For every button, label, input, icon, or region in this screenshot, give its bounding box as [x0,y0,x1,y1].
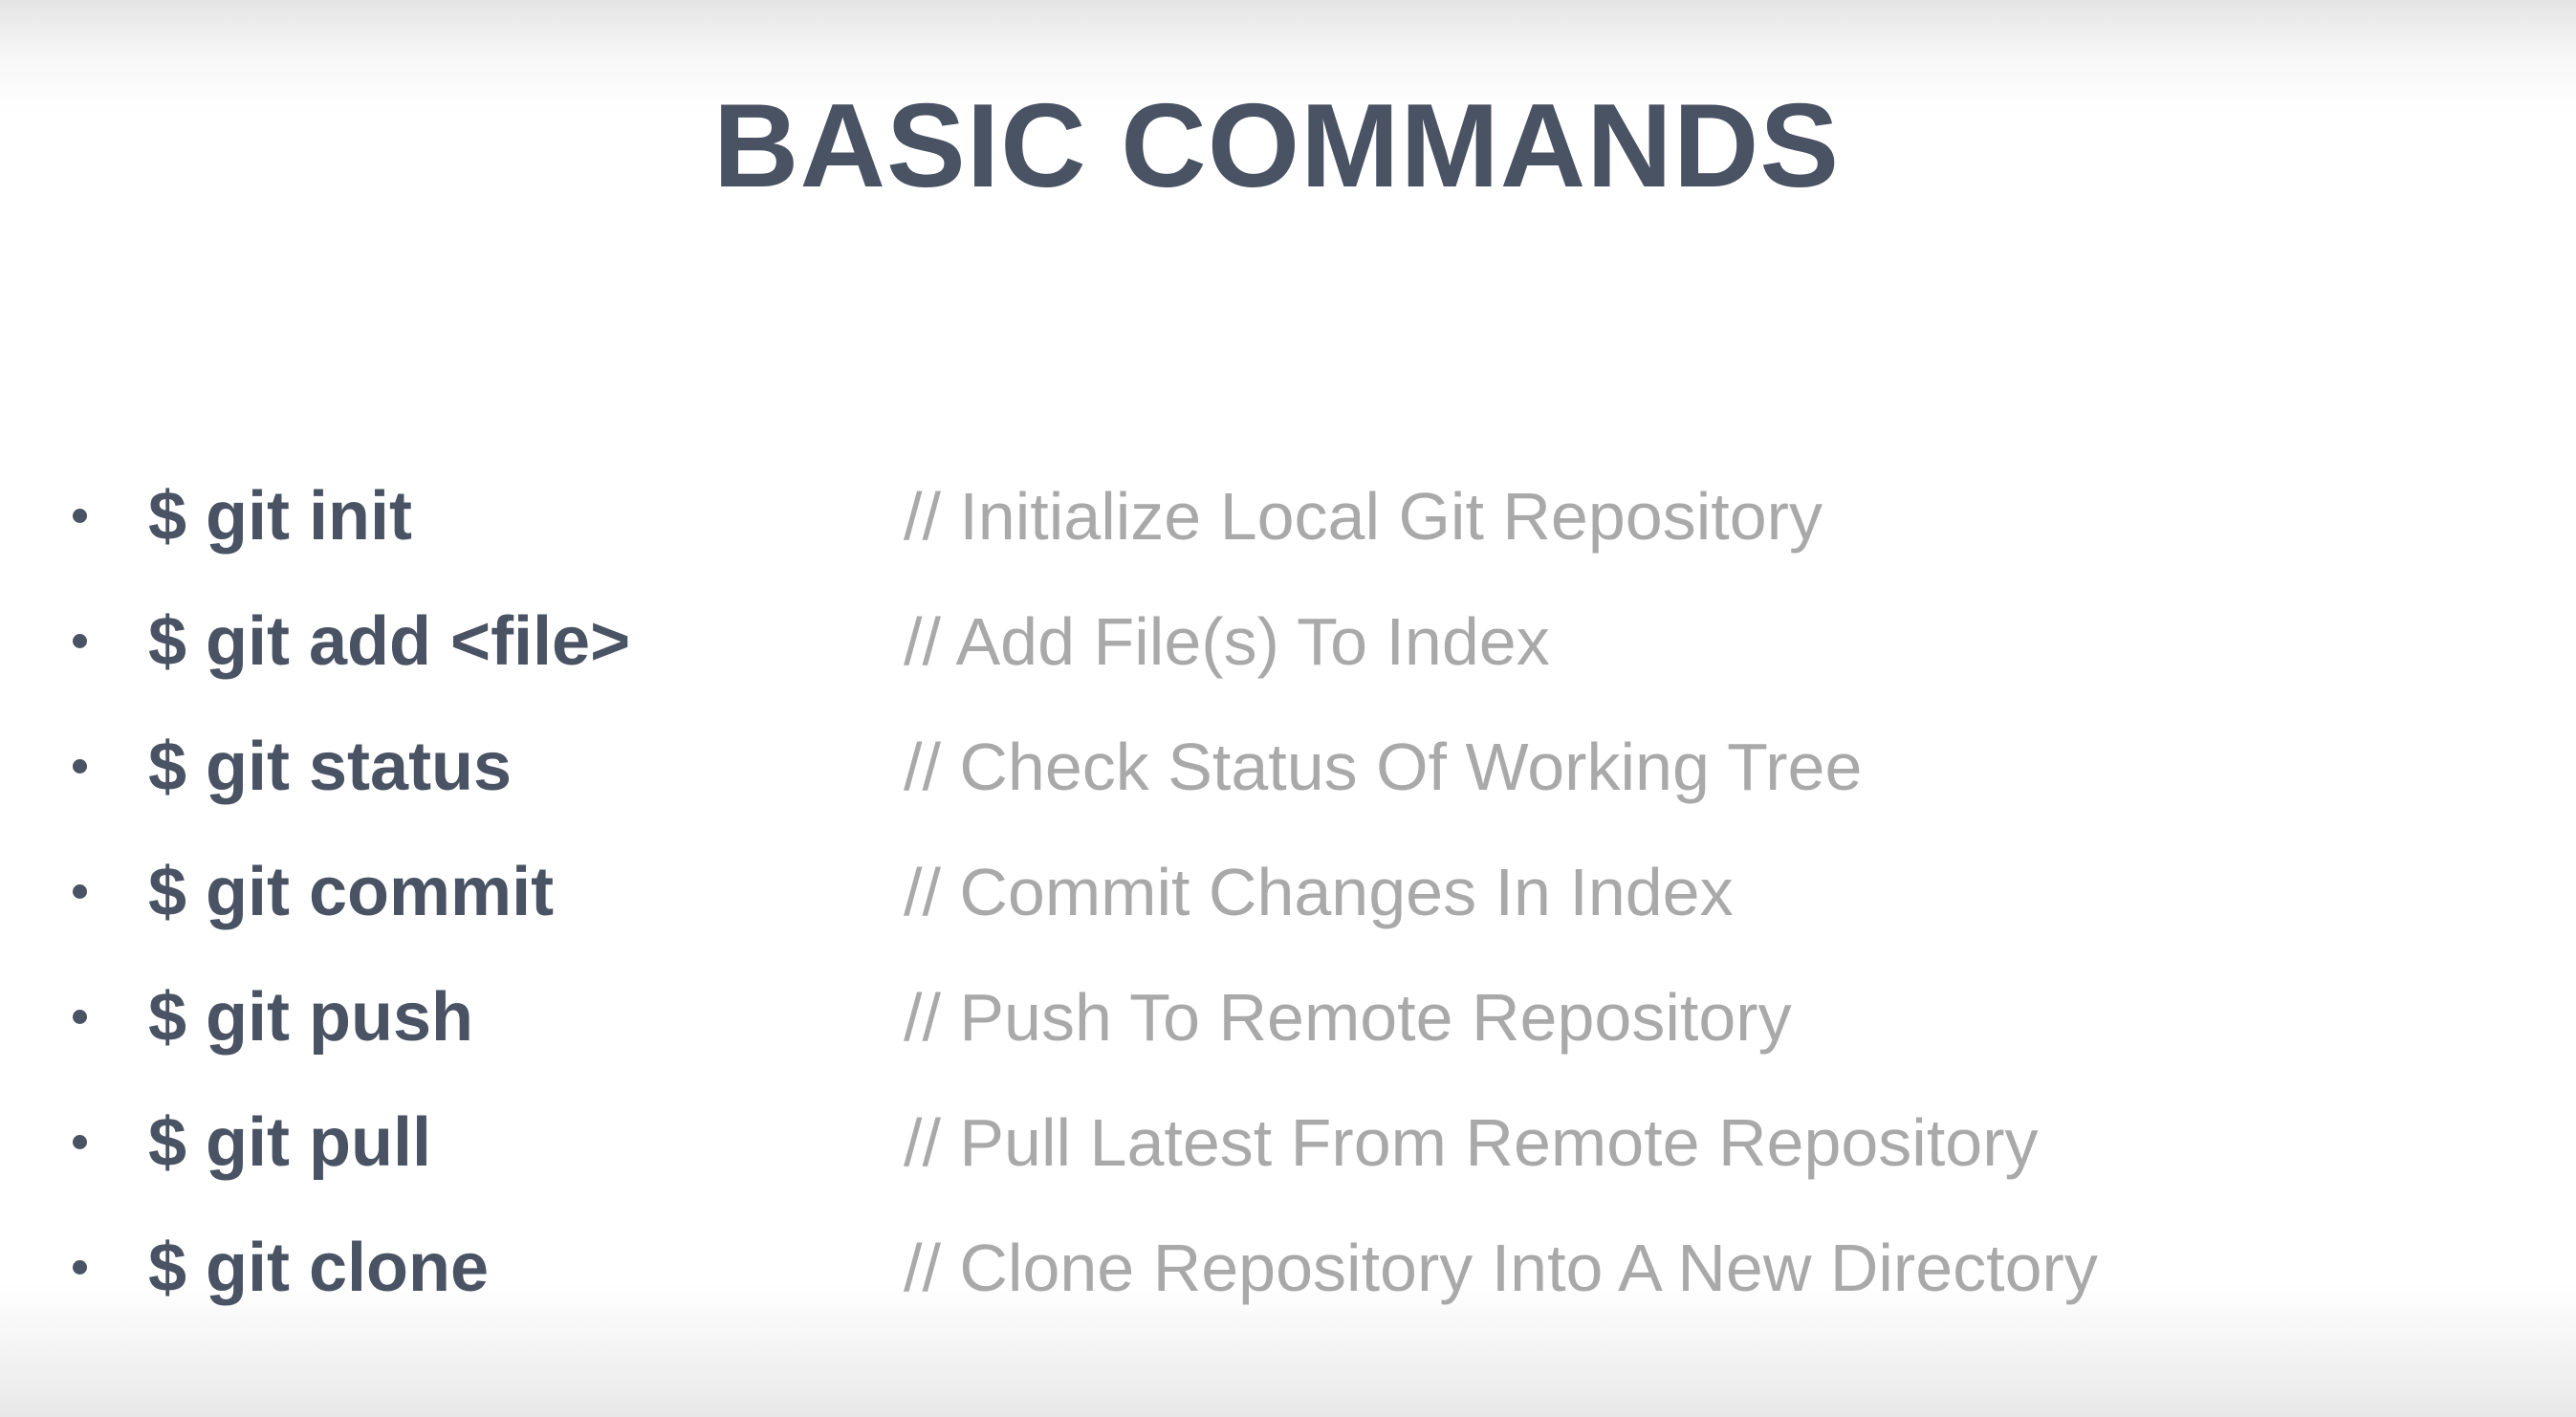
command-text: $ git add <file> [148,603,631,680]
slide: BASIC COMMANDS $ git init // Initialize … [0,0,2576,1417]
command-comment: // Clone Repository Into A New Directory [904,1231,2098,1305]
list-item: $ git add <file> // Add File(s) To Index [0,584,2576,709]
bullet-icon [73,759,87,774]
bullet-icon [73,634,87,648]
list-item: $ git pull // Pull Latest From Remote Re… [0,1085,2576,1210]
command-text: $ git push [148,979,473,1056]
list-item: $ git commit // Commit Changes In Index [0,835,2576,960]
bullet-icon [73,509,87,523]
command-comment: // Add File(s) To Index [904,604,1550,679]
list-item: $ git clone // Clone Repository Into A N… [0,1210,2576,1336]
command-comment: // Pull Latest From Remote Repository [904,1105,2039,1180]
list-item: $ git status // Check Status Of Working … [0,709,2576,835]
command-comment: // Push To Remote Repository [904,980,1792,1055]
bullet-icon [73,1010,87,1024]
list-item: $ git init // Initialize Local Git Repos… [0,459,2576,584]
bullet-icon [73,1260,87,1275]
command-text: $ git status [148,729,513,805]
command-list: $ git init // Initialize Local Git Repos… [0,459,2576,1336]
command-text: $ git clone [148,1230,490,1306]
bullet-icon [73,884,87,899]
command-text: $ git init [148,478,412,555]
command-comment: // Commit Changes In Index [904,855,1734,929]
bullet-icon [73,1135,87,1149]
command-comment: // Check Status Of Working Tree [904,730,1863,804]
slide-title: BASIC COMMANDS [712,80,1841,212]
command-comment: // Initialize Local Git Repository [904,479,1823,554]
command-text: $ git pull [148,1104,431,1181]
list-item: $ git push // Push To Remote Repository [0,960,2576,1085]
command-text: $ git commit [148,854,555,930]
